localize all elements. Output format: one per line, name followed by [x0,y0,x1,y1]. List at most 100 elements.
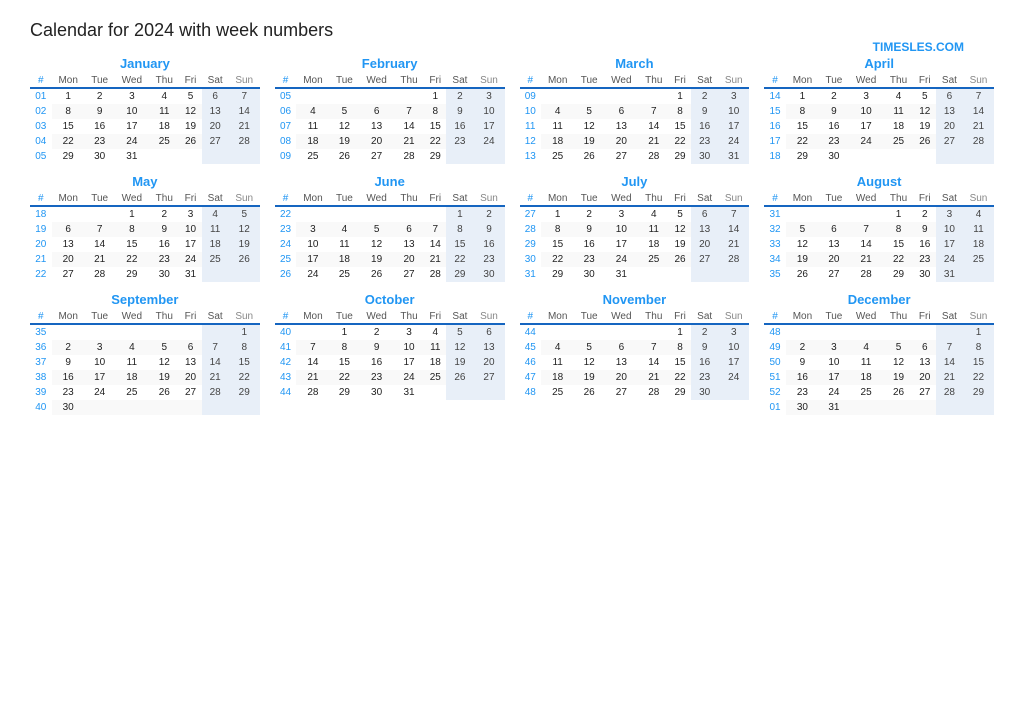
calendar-day: 11 [149,104,179,119]
month-january: January#MonTueWedThuFriSatSun01123456702… [30,56,260,164]
calendar-day: 22 [963,370,994,385]
week-number: 44 [275,385,297,400]
month-title-september: September [30,292,260,307]
week-number: 11 [520,119,542,134]
calendar-day: 13 [914,355,936,370]
calendar-day: 6 [819,222,849,237]
week-number: 44 [520,324,542,340]
calendar-day: 9 [691,340,718,355]
week-number: 16 [764,119,786,134]
calendar-day: 23 [914,252,936,267]
calendar-day: 22 [786,134,819,149]
calendar-day: 1 [541,206,574,222]
calendar-day: 14 [639,355,669,370]
calendar-day: 22 [52,134,85,149]
month-title-july: July [520,174,750,189]
month-title-january: January [30,56,260,71]
month-title-december: December [764,292,994,307]
calendar-day [936,324,963,340]
calendar-day [849,324,884,340]
week-number: 33 [764,237,786,252]
calendar-day: 3 [296,222,329,237]
calendar-day [229,149,260,164]
calendar-day: 16 [914,237,936,252]
calendar-day [359,88,394,104]
calendar-day: 1 [446,206,473,222]
month-september: September#MonTueWedThuFriSatSun351362345… [30,292,260,415]
calendar-day: 19 [883,370,913,385]
calendar-day: 22 [883,252,913,267]
calendar-day: 5 [574,104,604,119]
calendar-day: 16 [359,355,394,370]
calendar-day: 24 [179,252,201,267]
month-title-october: October [275,292,505,307]
calendar-day: 10 [604,222,639,237]
calendar-day: 15 [330,355,360,370]
calendar-day: 14 [936,355,963,370]
calendar-day: 30 [574,267,604,282]
calendar-day: 29 [541,267,574,282]
calendar-day: 19 [359,252,394,267]
calendar-day: 15 [52,119,85,134]
calendar-day: 14 [229,104,260,119]
calendar-day [819,324,849,340]
week-number: 48 [764,324,786,340]
calendar-day [914,324,936,340]
calendar-day: 26 [149,385,179,400]
calendar-day: 24 [115,134,150,149]
month-march: March#MonTueWedThuFriSatSun0912310456789… [520,56,750,164]
week-number: 02 [30,104,52,119]
week-number: 30 [520,252,542,267]
calendar-day: 9 [574,222,604,237]
calendar-day: 19 [229,237,260,252]
calendar-day: 19 [330,134,360,149]
month-october: October#MonTueWedThuFriSatSun40123456417… [275,292,505,415]
calendar-day: 13 [936,104,963,119]
calendar-day: 22 [424,134,446,149]
calendar-day: 17 [604,237,639,252]
calendar-day: 6 [914,340,936,355]
calendar-day: 24 [604,252,639,267]
calendar-day: 1 [669,324,691,340]
calendar-day [914,149,936,164]
calendar-day: 21 [639,370,669,385]
calendar-day: 23 [359,370,394,385]
week-number: 43 [275,370,297,385]
calendar-day: 28 [296,385,329,400]
calendar-day: 10 [849,104,884,119]
week-number: 18 [30,206,52,222]
calendar-day: 21 [394,134,424,149]
calendar-day: 25 [424,370,446,385]
calendar-day [424,206,446,222]
calendar-day: 4 [883,88,913,104]
calendar-day: 7 [229,88,260,104]
calendar-day: 19 [574,134,604,149]
calendar-day: 6 [359,104,394,119]
calendar-day [446,385,473,400]
calendar-day [639,324,669,340]
calendar-day: 16 [149,237,179,252]
calendar-day: 15 [229,355,260,370]
week-number: 18 [764,149,786,164]
calendar-day: 6 [394,222,424,237]
week-number: 45 [520,340,542,355]
calendar-day: 17 [819,370,849,385]
calendar-day: 22 [669,134,691,149]
calendar-day: 4 [541,104,574,119]
calendar-day: 29 [963,385,994,400]
calendar-day: 8 [786,104,819,119]
calendar-day: 15 [669,355,691,370]
calendar-day: 18 [296,134,329,149]
calendar-day: 28 [424,267,446,282]
calendar-day: 17 [394,355,424,370]
calendar-day: 23 [691,134,718,149]
calendar-day: 28 [963,134,994,149]
calendar-day [202,324,229,340]
month-december: December#MonTueWedThuFriSatSun4814923456… [764,292,994,415]
calendar-day [639,267,669,282]
calendar-day: 19 [669,237,691,252]
calendar-day: 6 [604,340,639,355]
calendar-day: 15 [883,237,913,252]
calendar-day: 30 [819,149,849,164]
week-number: 10 [520,104,542,119]
